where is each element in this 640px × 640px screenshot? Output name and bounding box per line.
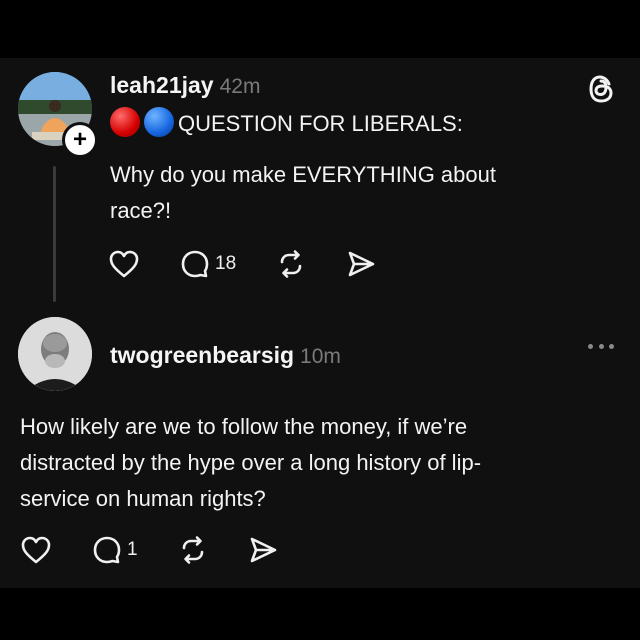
send-icon — [250, 537, 276, 563]
repost-button[interactable] — [276, 249, 306, 279]
like-button[interactable] — [108, 249, 140, 279]
heart-icon — [21, 536, 51, 564]
reply-time: 10m — [300, 345, 341, 368]
heart-icon — [109, 250, 139, 278]
repost-icon — [182, 536, 203, 564]
repost-icon — [280, 250, 302, 278]
threads-logo-icon[interactable] — [588, 73, 616, 105]
reply-button[interactable]: 1 — [92, 535, 138, 565]
reply-actions: 1 — [20, 535, 278, 565]
post-body-line-2: race?! — [110, 198, 172, 223]
share-button[interactable] — [248, 535, 278, 565]
reply-header: twogreenbearsig 10m — [110, 342, 341, 369]
thread-connector-line — [53, 166, 56, 302]
reply-button[interactable]: 18 — [180, 249, 236, 279]
comment-icon — [181, 250, 209, 278]
avatar-photo — [18, 317, 92, 391]
post-time: 42m — [219, 75, 261, 98]
more-dots-icon[interactable] — [588, 344, 614, 352]
post-title-line: QUESTION FOR LIBERALS: — [110, 107, 463, 141]
avatar-twogreenbearsig[interactable] — [18, 317, 92, 391]
threads-frame: + leah21jay 42m QUESTION FOR LIBERALS: Wh… — [0, 58, 640, 588]
post-header: leah21jay 42m — [110, 72, 260, 99]
post-body-line-1: Why do you make EVERYTHING about — [110, 162, 496, 187]
reply-body-line-1: How likely are we to follow the money, i… — [20, 414, 468, 439]
red-circle-emoji — [110, 107, 140, 137]
reply-count: 18 — [215, 253, 237, 274]
post-username[interactable]: leah21jay — [110, 72, 214, 98]
follow-plus-button[interactable]: + — [62, 122, 98, 158]
blue-circle-emoji — [144, 107, 174, 137]
comment-icon — [93, 536, 121, 564]
post-title-text: QUESTION FOR LIBERALS: — [178, 111, 463, 136]
reply-username[interactable]: twogreenbearsig — [110, 342, 294, 368]
post-actions: 18 — [108, 249, 376, 279]
reply-body-line-3: service on human rights? — [20, 486, 266, 511]
send-icon — [348, 251, 375, 277]
like-button[interactable] — [20, 535, 52, 565]
reply-body-line-2: distracted by the hype over a long histo… — [20, 450, 482, 475]
share-button[interactable] — [346, 249, 376, 279]
reply-count: 1 — [127, 539, 138, 560]
repost-button[interactable] — [178, 535, 208, 565]
